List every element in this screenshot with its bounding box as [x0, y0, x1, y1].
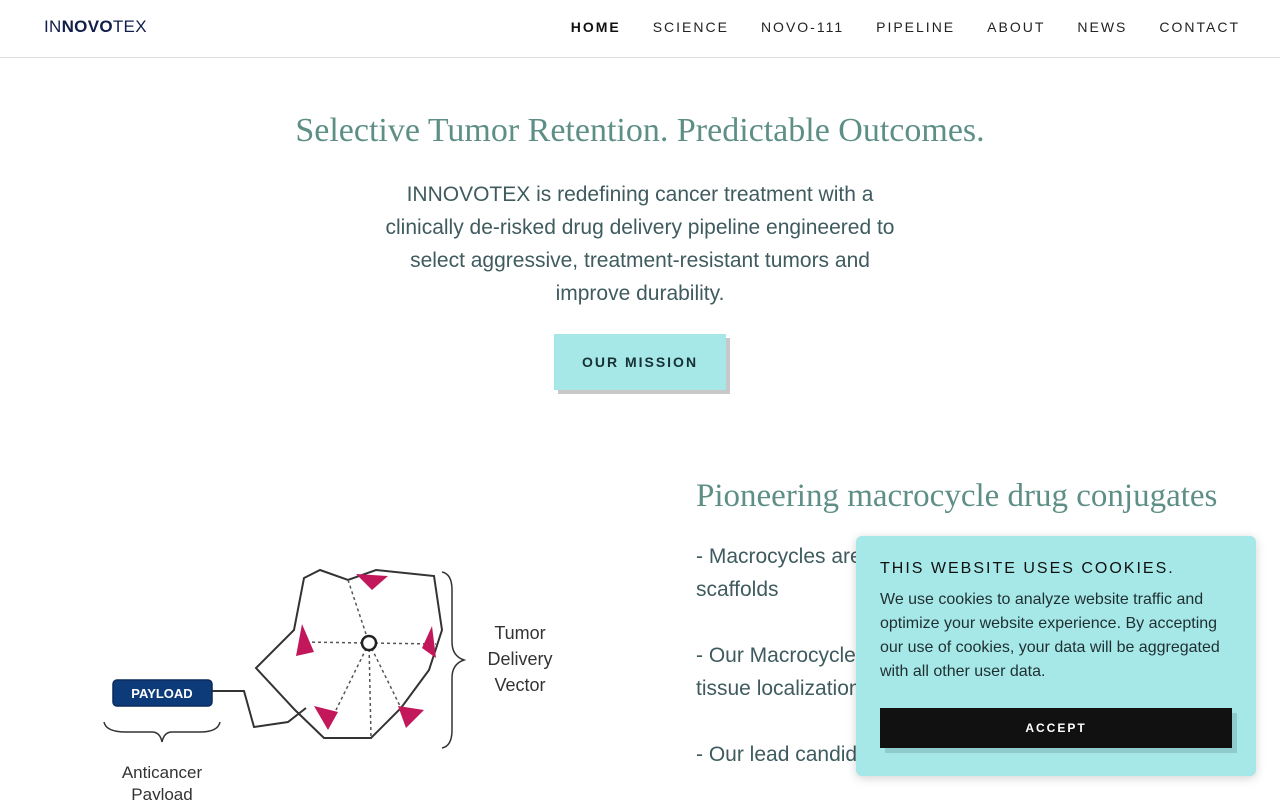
- vertex-mark-right: [422, 626, 436, 658]
- vertex-mark-top: [356, 574, 388, 590]
- vector-brace: [441, 571, 467, 749]
- cookie-banner-text: We use cookies to analyze website traffi…: [880, 591, 1220, 680]
- accept-button-wrapper: ACCEPT: [880, 708, 1237, 753]
- our-mission-button[interactable]: OUR MISSION: [554, 334, 726, 390]
- vertex-mark-left: [296, 624, 314, 656]
- section-title: Pioneering macrocycle drug conjugates: [696, 478, 1218, 514]
- nav-links: HOME SCIENCE NOVO-111 PIPELINE ABOUT NEW…: [539, 19, 1240, 35]
- nav-link-about[interactable]: ABOUT: [987, 19, 1045, 35]
- payload-brace: [103, 721, 221, 743]
- payload-label: PAYLOAD: [131, 686, 192, 701]
- ring-center-atom: [360, 634, 378, 652]
- cookie-banner-title: THIS WEBSITE USES COOKIES.: [880, 560, 1175, 577]
- vertex-mark-bottom-left: [314, 706, 338, 730]
- nav-link-news[interactable]: NEWS: [1077, 19, 1127, 35]
- nav-link-science[interactable]: SCIENCE: [653, 19, 729, 35]
- nav-link-pipeline[interactable]: PIPELINE: [876, 19, 955, 35]
- vertex-mark-bottom-right: [398, 706, 424, 728]
- macrocycle-diagram-svg: PAYLOAD Anticancer Payload Tumor Deliver…: [103, 568, 553, 804]
- top-navigation: INNOVOTEX HOME SCIENCE NOVO-111 PIPELINE…: [0, 0, 1280, 58]
- vector-label-line1: Tumor: [494, 623, 545, 643]
- logo-bold: NOVO: [61, 17, 113, 36]
- anticancer-label-line1: Anticancer: [122, 763, 203, 782]
- logo-prefix: IN: [44, 17, 62, 36]
- logo[interactable]: INNOVOTEX: [44, 17, 147, 37]
- macrocycle-diagram: PAYLOAD Anticancer Payload Tumor Deliver…: [96, 560, 576, 804]
- nav-link-contact[interactable]: CONTACT: [1159, 19, 1240, 35]
- accept-cookies-button[interactable]: ACCEPT: [880, 708, 1232, 748]
- vector-label-line2: Delivery: [487, 649, 552, 669]
- linker-chain: [212, 690, 307, 729]
- nav-link-novo-111[interactable]: NOVO-111: [761, 19, 844, 35]
- hero-title: Selective Tumor Retention. Predictable O…: [295, 112, 985, 149]
- nav-link-home[interactable]: HOME: [571, 19, 621, 35]
- mission-button-wrapper: OUR MISSION: [554, 334, 730, 394]
- cookie-banner: THIS WEBSITE USES COOKIES. We use cookie…: [856, 536, 1256, 776]
- logo-suffix: TEX: [112, 17, 147, 36]
- vector-label-line3: Vector: [494, 675, 545, 695]
- hero-text: INNOVOTEX is redefining cancer treatment…: [385, 183, 895, 305]
- anticancer-label-line2: Payload: [131, 785, 192, 800]
